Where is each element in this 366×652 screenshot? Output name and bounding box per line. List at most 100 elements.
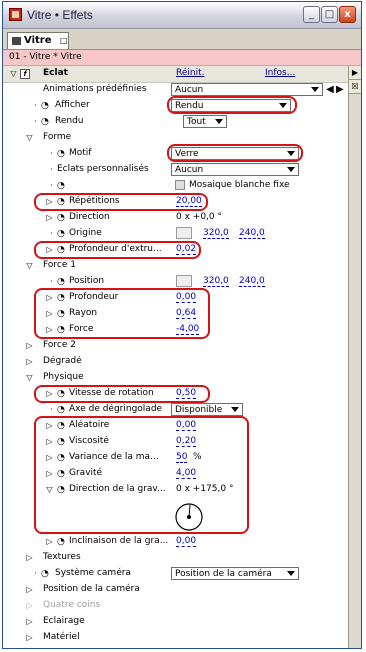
rendu-dropdown[interactable]: Tout [183,115,227,128]
force-value[interactable]: -4,00 [176,324,200,335]
viscosite-label: Viscosité [69,436,109,446]
expand-triangle-icon[interactable]: ▷ [45,293,54,302]
stopwatch-icon[interactable]: ◔ [57,453,66,463]
inclinaison-row: ▷ ◔ Inclinaison de la gra... 0,00 [3,534,348,550]
aleatoire-value[interactable]: 0,00 [176,420,197,431]
reset-link[interactable]: Réinit. [176,68,204,78]
stopwatch-icon[interactable]: ◔ [57,485,66,495]
gravite-row: ▷ ◔ Gravité 4,00 [3,466,348,482]
expand-triangle-icon[interactable]: ▷ [45,437,54,446]
expand-triangle-icon[interactable]: ▷ [45,537,54,546]
degrade-row: ▷ Dégradé [3,354,348,370]
stopwatch-icon[interactable]: ◔ [57,213,66,223]
animations-dropdown[interactable]: Aucun [171,83,323,96]
scroll-right-icon[interactable]: ▶ [349,66,361,80]
expand-triangle-icon[interactable]: ▷ [45,453,54,462]
profondeur-value[interactable]: 0,00 [176,292,197,303]
viscosite-value[interactable]: 0,20 [176,436,197,447]
next-preset-icon[interactable]: ▶ [336,84,344,95]
stopwatch-icon[interactable]: ◔ [57,277,66,287]
eclats-dropdown[interactable]: Aucun [171,163,299,176]
origine-x-value[interactable]: 320,0 [203,228,229,239]
expand-triangle-icon[interactable]: ▷ [25,617,34,626]
axe-dropdown[interactable]: Disponible [171,403,243,416]
vitesse-value[interactable]: 0,50 [176,388,197,399]
stopwatch-icon[interactable]: ◔ [57,181,66,191]
gravite-value[interactable]: 4,00 [176,468,197,479]
expand-triangle-icon[interactable]: ▷ [25,585,34,594]
position-y-value[interactable]: 240,0 [239,276,265,287]
info-link[interactable]: Infos... [265,68,295,78]
motif-dropdown[interactable]: Verre [171,147,299,160]
position-x-value[interactable]: 320,0 [203,276,229,287]
maximize-button[interactable]: □ [321,6,338,23]
eclairage-row: ▷ Eclairage [3,614,348,630]
profondeur-label: Profondeur [69,292,119,302]
expand-triangle-icon[interactable]: ▽ [25,373,34,382]
expand-triangle-icon[interactable]: ▷ [25,601,34,610]
stopwatch-icon[interactable]: ◔ [41,101,50,111]
stopwatch-icon[interactable]: ◔ [41,117,50,127]
expand-triangle-icon[interactable]: ▷ [45,213,54,222]
mosaique-checkbox[interactable] [175,180,185,190]
stopwatch-icon[interactable]: ◔ [57,309,66,319]
expand-triangle-icon[interactable]: ▷ [45,389,54,398]
profondeur-extru-label: Profondeur d'extru... [69,244,162,254]
crosshair-icon[interactable] [176,227,192,239]
expand-triangle-icon[interactable]: ▷ [45,421,54,430]
expand-triangle-icon[interactable]: ▷ [25,633,34,642]
stopwatch-icon[interactable]: ◔ [57,325,66,335]
repetitions-value[interactable]: 20,00 [176,196,202,207]
tab-menu-icon[interactable]: □ [60,36,68,45]
close-button[interactable]: x [339,6,356,23]
expand-triangle-icon[interactable]: ▽ [25,261,34,270]
expand-triangle-icon[interactable]: ▽ [9,69,18,78]
position-camera-label: Position de la caméra [43,584,140,594]
tab-vitre[interactable]: Vitre □ [7,32,69,49]
crosshair-icon[interactable] [176,275,192,287]
fx-toggle-icon[interactable]: f [20,69,30,79]
direction-value[interactable]: 0 x +0,0 ° [176,212,222,222]
stopwatch-icon[interactable]: ◔ [57,537,66,547]
expand-triangle-icon[interactable]: ▷ [45,197,54,206]
angle-dial-icon[interactable] [174,502,204,532]
title-bar[interactable]: Vitre • Effets _ □ x [3,2,361,29]
stopwatch-icon[interactable]: ◔ [41,569,50,579]
direction-row: ▷ ◔ Direction 0 x +0,0 ° [3,210,348,226]
collapse-triangle-icon[interactable]: · [31,101,40,110]
systeme-dropdown[interactable]: Position de la caméra [171,567,299,580]
prev-preset-icon[interactable]: ◀ [326,84,334,95]
inclinaison-value[interactable]: 0,00 [176,536,197,547]
direction-grav-value[interactable]: 0 x +175,0 ° [176,484,233,494]
stopwatch-icon[interactable]: ◔ [57,405,66,415]
profondeur-extru-value[interactable]: 0,02 [176,244,197,255]
stopwatch-icon[interactable]: ◔ [57,389,66,399]
minimize-button[interactable]: _ [303,6,320,23]
expand-triangle-icon[interactable]: ▷ [45,325,54,334]
rayon-value[interactable]: 0,64 [176,308,197,319]
expand-triangle-icon[interactable]: ▽ [45,485,54,494]
afficher-dropdown[interactable]: Rendu [171,99,291,112]
stopwatch-icon[interactable]: ◔ [57,229,66,239]
expand-triangle-icon[interactable]: ▷ [25,553,34,562]
expand-triangle-icon[interactable]: ▷ [45,469,54,478]
chevron-down-icon [231,407,239,412]
stopwatch-icon[interactable]: ◔ [57,293,66,303]
stopwatch-icon[interactable]: ◔ [57,437,66,447]
expand-triangle-icon[interactable]: ▷ [45,309,54,318]
stopwatch-icon[interactable]: ◔ [57,149,66,159]
direction-grav-row: ▽ ◔ Direction de la grav... 0 x +175,0 ° [3,482,348,498]
panel-menu-icon[interactable]: ☒ [349,80,361,94]
stopwatch-icon[interactable]: ◔ [57,245,66,255]
vertical-scrollbar[interactable]: ▶ ☒ [348,66,361,648]
stopwatch-icon[interactable]: ◔ [57,421,66,431]
expand-triangle-icon[interactable]: ▷ [25,357,34,366]
stopwatch-icon[interactable]: ◔ [57,469,66,479]
expand-triangle-icon[interactable]: ▷ [45,245,54,254]
afficher-row: · ◔ Afficher Rendu [3,98,348,114]
origine-y-value[interactable]: 240,0 [239,228,265,239]
variance-value[interactable]: 50 [176,452,188,463]
expand-triangle-icon[interactable]: ▷ [25,341,34,350]
stopwatch-icon[interactable]: ◔ [57,197,66,207]
expand-triangle-icon[interactable]: ▽ [25,133,34,142]
